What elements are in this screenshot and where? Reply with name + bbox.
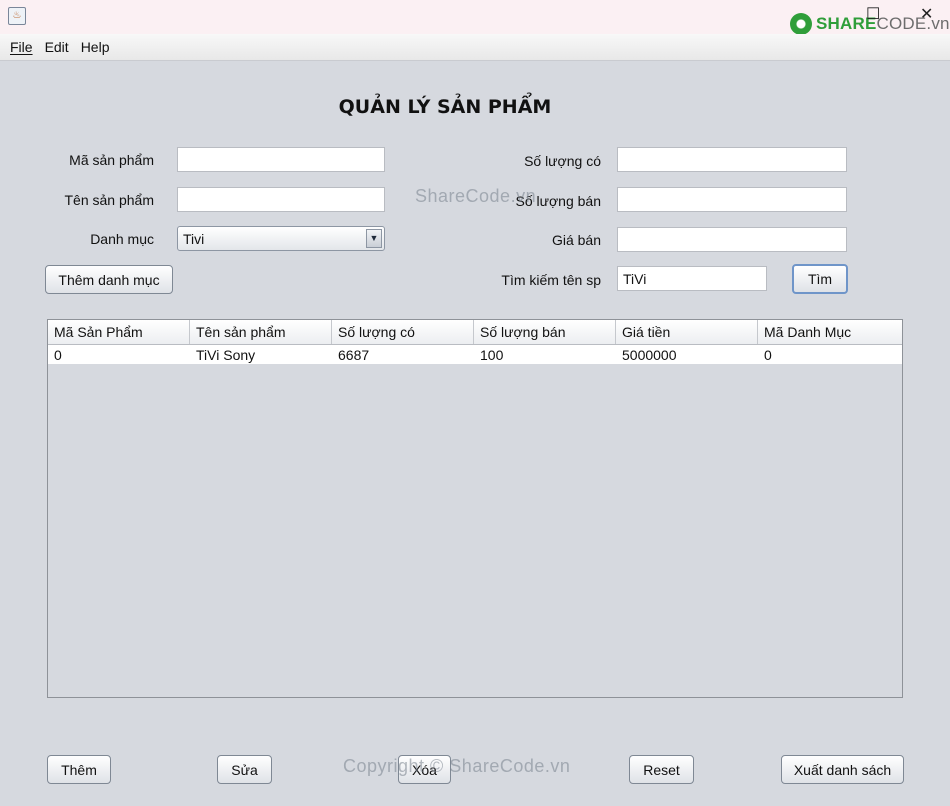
label-ma-san-pham: Mã sản phẩm bbox=[69, 152, 154, 168]
danh-muc-selected-value: Tivi bbox=[183, 230, 205, 247]
table-row[interactable]: 0 TiVi Sony 6687 100 5000000 0 bbox=[48, 345, 902, 364]
page-title: QUẢN LÝ SẢN PHẨM bbox=[338, 96, 552, 118]
table-cell: 5000000 bbox=[622, 346, 677, 363]
table-cell: 0 bbox=[764, 346, 772, 363]
close-icon[interactable]: ✕ bbox=[920, 4, 933, 24]
column-header-ten-san-pham[interactable]: Tên sản phẩm bbox=[190, 320, 332, 344]
label-gia-ban: Giá bán bbox=[551, 232, 601, 248]
java-app-icon: ♨ bbox=[8, 7, 26, 25]
menu-bar: File Edit Help bbox=[0, 34, 950, 61]
sharecode-logo-icon bbox=[790, 13, 812, 35]
column-header-gia-tien[interactable]: Giá tiền bbox=[616, 320, 758, 344]
column-header-so-luong-ban[interactable]: Số lượng bán bbox=[474, 320, 616, 344]
table-cell: TiVi Sony bbox=[196, 346, 256, 363]
column-header-so-luong-co[interactable]: Số lượng có bbox=[332, 320, 474, 344]
them-danh-muc-button[interactable]: Thêm danh mục bbox=[45, 265, 173, 294]
ten-san-pham-input[interactable] bbox=[177, 187, 385, 212]
gia-ban-input[interactable] bbox=[617, 227, 847, 252]
logo-suffix: CODE.vn bbox=[876, 14, 950, 33]
them-button[interactable]: Thêm bbox=[47, 755, 111, 784]
xuat-danh-sach-button[interactable]: Xuất danh sách bbox=[781, 755, 904, 784]
column-header-ma-san-pham[interactable]: Mã Sản Phẩm bbox=[48, 320, 190, 344]
sua-button[interactable]: Sửa bbox=[217, 755, 272, 784]
label-ten-san-pham: Tên sản phẩm bbox=[64, 192, 155, 208]
tim-button[interactable]: Tìm bbox=[792, 264, 848, 294]
table-header: Mã Sản Phẩm Tên sản phẩm Số lượng có Số … bbox=[48, 320, 902, 345]
table-cell: 0 bbox=[54, 346, 62, 363]
ma-san-pham-input[interactable] bbox=[177, 147, 385, 172]
product-table[interactable]: Mã Sản Phẩm Tên sản phẩm Số lượng có Số … bbox=[47, 319, 903, 698]
so-luong-co-input[interactable] bbox=[617, 147, 847, 172]
title-bar: ♨ SHARECODE.vn ☐ ✕ bbox=[0, 0, 950, 35]
menu-edit[interactable]: Edit bbox=[45, 39, 69, 55]
label-so-luong-co: Số lượng có bbox=[524, 153, 601, 169]
table-cell: 6687 bbox=[338, 346, 370, 363]
menu-file[interactable]: File bbox=[10, 39, 33, 55]
label-danh-muc: Danh mục bbox=[90, 231, 154, 247]
menu-help[interactable]: Help bbox=[81, 39, 110, 55]
reset-button[interactable]: Reset bbox=[629, 755, 694, 784]
danh-muc-select[interactable]: Tivi ▼ bbox=[177, 226, 385, 251]
chevron-down-icon[interactable]: ▼ bbox=[366, 229, 382, 248]
so-luong-ban-input[interactable] bbox=[617, 187, 847, 212]
maximize-icon[interactable]: ☐ bbox=[866, 4, 880, 24]
watermark-top: ShareCode.vn bbox=[415, 186, 537, 206]
column-header-ma-danh-muc[interactable]: Mã Danh Mục bbox=[758, 320, 902, 344]
watermark-bottom: Copyright © ShareCode.vn bbox=[343, 756, 571, 776]
label-tim-kiem: Tìm kiếm tên sp bbox=[501, 272, 601, 288]
search-input[interactable]: TiVi bbox=[617, 266, 767, 291]
table-cell: 100 bbox=[480, 346, 504, 363]
